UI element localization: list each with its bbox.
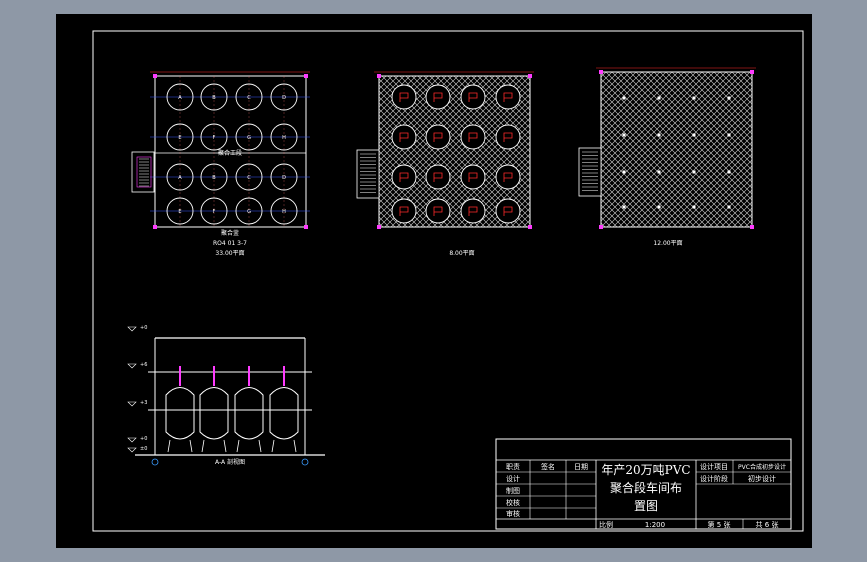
vessel-label: D	[282, 95, 286, 101]
plan2-caption: 8.00平面	[449, 250, 474, 257]
vessel-circle	[460, 198, 486, 224]
column-mark	[692, 170, 696, 174]
column-mark	[692, 205, 696, 209]
vessel-label: E	[178, 209, 181, 215]
vessel-circle	[460, 164, 486, 190]
tb-sheet-number: 第 5 张	[708, 520, 731, 529]
vessel-circle	[495, 164, 521, 190]
grid-node	[153, 74, 157, 78]
column-mark	[692, 133, 696, 137]
plan1-bottom-label: 聚合釜	[221, 229, 239, 237]
tb-row-design: 设计	[506, 474, 520, 483]
tb-row-review: 审核	[506, 509, 520, 518]
tb-stage-value: 初步设计	[748, 474, 776, 483]
tb-title-line3: 置图	[634, 499, 658, 513]
title-block[interactable]: 职责 签名 日期 设计 制图 校核 审核 年产20万吨PVC 聚合段车间布 置图…	[495, 438, 792, 530]
vessel-label: B	[212, 95, 216, 101]
cad-viewport[interactable]: A B C D E F G H A B C D E F G H 聚合工段 聚合釜 RO4 01 3-7 33.…	[0, 0, 867, 562]
level-label: +3	[140, 400, 147, 406]
grid-node	[528, 74, 532, 78]
vessel-circle	[425, 124, 451, 150]
vessel-circle	[425, 84, 451, 110]
vessel-label: C	[247, 95, 251, 101]
tb-header-date: 日期	[574, 463, 588, 471]
vessel-circle	[460, 84, 486, 110]
tb-row-check: 校核	[506, 498, 520, 507]
vessel-label: A	[178, 175, 182, 181]
grid-node	[528, 225, 532, 229]
plan1-center-label: 聚合工段	[218, 149, 242, 157]
column-mark	[727, 96, 731, 100]
column-mark	[727, 170, 731, 174]
vessel-label: E	[178, 135, 181, 141]
column-mark	[657, 170, 661, 174]
column-mark	[622, 205, 626, 209]
grid-node	[377, 74, 381, 78]
tb-sheet-total: 共 6 张	[756, 520, 779, 529]
vessel-label: G	[247, 135, 251, 141]
plan3-outline	[600, 71, 753, 228]
vessel-circle	[391, 164, 417, 190]
column-mark	[727, 133, 731, 137]
vessel-circle	[495, 124, 521, 150]
tb-header-role: 职责	[506, 462, 520, 471]
vessel-circle	[495, 198, 521, 224]
vessel-label: F	[213, 209, 216, 215]
level-label: +0	[140, 436, 147, 442]
level-label: +6	[140, 362, 147, 368]
tb-title-line1: 年产20万吨PVC	[601, 463, 690, 477]
vessel-circle	[425, 164, 451, 190]
vessel-circle	[495, 84, 521, 110]
grid-node	[750, 70, 754, 74]
level-label: +0	[140, 325, 147, 331]
column-mark	[727, 205, 731, 209]
tb-stage-label: 设计阶段	[700, 474, 728, 483]
column-mark	[657, 96, 661, 100]
tb-header-signature: 签名	[541, 462, 555, 471]
vessel-label: C	[247, 175, 251, 181]
drawing-canvas[interactable]: A B C D E F G H A B C D E F G H 聚合工段 聚合釜 RO4 01 3-7 33.…	[0, 0, 867, 562]
vessel-circle	[391, 198, 417, 224]
grid-node	[304, 74, 308, 78]
vessel-circle	[391, 84, 417, 110]
vessel-label: G	[247, 209, 251, 215]
plan-12m[interactable]: 12.00平面	[578, 67, 756, 247]
grid-node	[750, 225, 754, 229]
plan3-stair	[578, 147, 602, 197]
vessel-label: D	[282, 175, 286, 181]
tb-project-label: 设计项目	[700, 462, 728, 471]
plan2-stair	[356, 149, 380, 199]
vessel-circle	[460, 124, 486, 150]
vessel-label: H	[282, 135, 286, 141]
vessel-label: H	[282, 209, 286, 215]
column-mark	[622, 170, 626, 174]
plan3-caption: 12.00平面	[653, 240, 682, 247]
column-mark	[657, 205, 661, 209]
column-mark	[622, 96, 626, 100]
vessel-label: A	[178, 95, 182, 101]
grid-node	[304, 225, 308, 229]
vessel-circle	[425, 198, 451, 224]
plan1-caption: 33.00平面	[215, 250, 244, 257]
tb-project-value: PVC合成初步设计	[738, 463, 786, 471]
column-mark	[622, 133, 626, 137]
vessel-circle	[391, 124, 417, 150]
tb-row-drafting: 制图	[506, 486, 520, 495]
plan1-subcaption: RO4 01 3-7	[213, 240, 247, 247]
tb-title-line2: 聚合段车间布	[610, 480, 682, 495]
tb-scale-label: 比例	[599, 520, 613, 529]
column-mark	[692, 96, 696, 100]
grid-node	[599, 225, 603, 229]
vessel-label: F	[213, 135, 216, 141]
grid-node	[153, 225, 157, 229]
grid-node	[599, 70, 603, 74]
column-mark	[657, 133, 661, 137]
vessel-label: B	[212, 175, 216, 181]
level-label: ±0	[140, 446, 147, 452]
tb-scale-value: 1:200	[645, 521, 665, 529]
section-caption: A-A 剖视图	[215, 458, 245, 466]
grid-node	[377, 225, 381, 229]
